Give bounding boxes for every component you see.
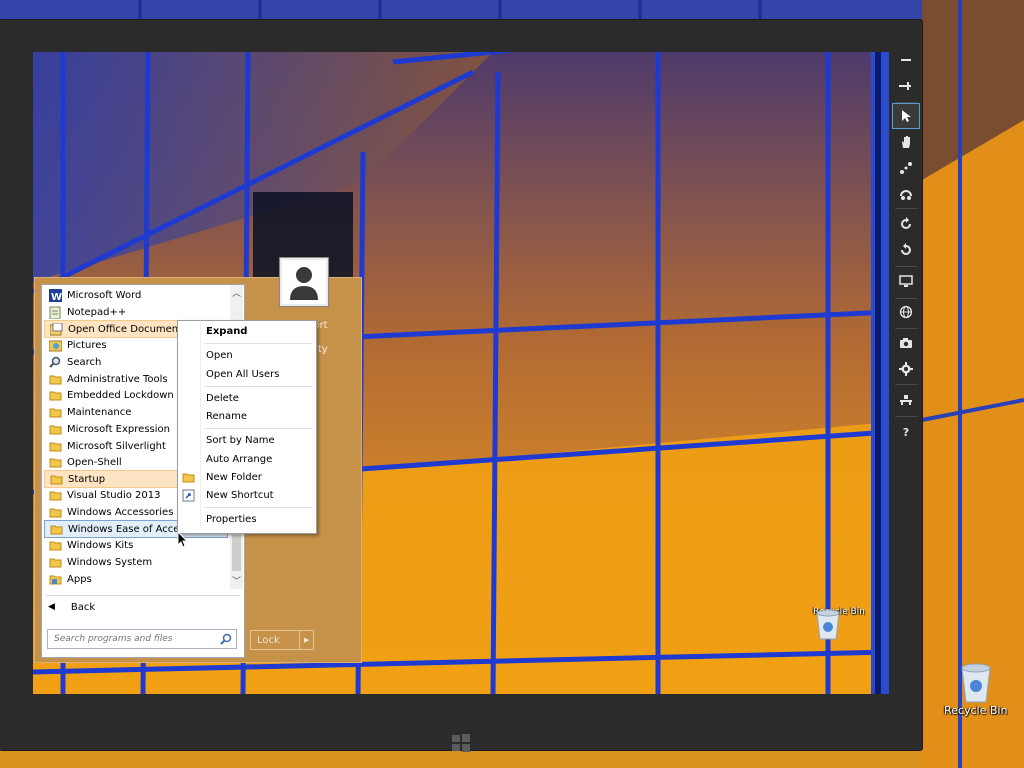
rotate-tool-icon[interactable] [893, 182, 919, 206]
program-item[interactable]: W Microsoft Word [44, 287, 228, 303]
menu-item-open-all-users[interactable]: Open All Users [206, 366, 279, 382]
pinch-tool-icon[interactable] [893, 156, 919, 180]
pointer-tool-icon[interactable] [892, 103, 920, 129]
windows-logo-icon[interactable] [450, 732, 472, 754]
pictures-icon [49, 340, 62, 351]
menu-item-properties[interactable]: Properties [206, 511, 257, 527]
program-item[interactable]: Notepad++ [44, 304, 228, 320]
camera-icon[interactable] [893, 331, 919, 355]
help-icon[interactable]: ? [893, 420, 919, 444]
folder-icon [49, 541, 62, 550]
new-shortcut-icon [182, 489, 195, 502]
folder-icon [49, 391, 62, 400]
scroll-up-chevron-icon[interactable]: ︿ [230, 285, 243, 299]
minimize-icon[interactable] [893, 48, 919, 72]
folder-icon [49, 442, 62, 451]
word-icon: W [49, 288, 62, 302]
user-icon [290, 267, 318, 300]
monitor-icon[interactable] [893, 269, 919, 293]
menu-item-rename[interactable]: Rename [206, 408, 247, 424]
gear-icon[interactable] [893, 357, 919, 381]
search-icon [49, 356, 61, 368]
remote-toolbar: ? [892, 44, 920, 454]
program-item[interactable]: Apps [44, 571, 228, 587]
menu-item-expand[interactable]: Expand [206, 323, 247, 339]
globe-icon[interactable] [893, 300, 919, 324]
chevron-right-icon[interactable]: ▶ [299, 631, 313, 649]
back-button[interactable]: ◀ Back [48, 599, 95, 615]
search-icon[interactable] [220, 633, 232, 645]
program-item[interactable]: Windows Kits [44, 537, 228, 553]
back-arrow-icon: ◀ [48, 602, 55, 612]
network-icon[interactable] [893, 388, 919, 412]
folder-icon [49, 425, 62, 434]
hand-tool-icon[interactable] [893, 130, 919, 154]
recycle-bin-icon [961, 663, 991, 703]
menu-item-delete[interactable]: Delete [206, 390, 239, 406]
folder-icon [49, 458, 62, 467]
scroll-thumb[interactable] [232, 535, 241, 571]
folder-icon [49, 508, 62, 517]
scroll-down-chevron-icon[interactable]: ﹀ [230, 573, 243, 587]
folder-icon [49, 558, 62, 567]
menu-item-auto-arrange[interactable]: Auto Arrange [206, 451, 272, 467]
lock-button[interactable]: Lock ▶ [250, 630, 314, 650]
svg-text:W: W [51, 292, 62, 302]
apps-icon [49, 575, 62, 584]
folder-icon [49, 408, 62, 417]
user-avatar[interactable] [280, 258, 328, 306]
context-menu: Expand Open Open All Users Delete Rename… [177, 320, 317, 534]
recycle-bin-icon [816, 609, 840, 640]
menu-item-sort-by-name[interactable]: Sort by Name [206, 432, 275, 448]
recycle-bin-inner[interactable]: Recycle Bin [813, 607, 865, 640]
menu-item-open[interactable]: Open [206, 347, 233, 363]
menu-item-new-folder[interactable]: New Folder [206, 469, 262, 485]
folder-icon [50, 525, 63, 534]
rotate-counterclockwise-icon[interactable] [893, 238, 919, 262]
open-office-icon [50, 322, 63, 335]
recycle-bin-outer[interactable]: Recycle Bin [944, 660, 1007, 717]
pin-icon[interactable] [893, 74, 919, 98]
rotate-clockwise-icon[interactable] [893, 212, 919, 236]
search-input[interactable] [52, 633, 220, 645]
new-folder-icon [182, 473, 195, 483]
folder-icon [49, 375, 62, 384]
program-item[interactable]: Windows System [44, 554, 228, 570]
mouse-cursor-icon [177, 531, 189, 548]
notepad-icon [49, 306, 61, 319]
folder-icon [49, 491, 62, 500]
folder-icon [50, 475, 63, 484]
search-box[interactable] [47, 629, 237, 649]
menu-item-new-shortcut[interactable]: New Shortcut [206, 487, 274, 503]
